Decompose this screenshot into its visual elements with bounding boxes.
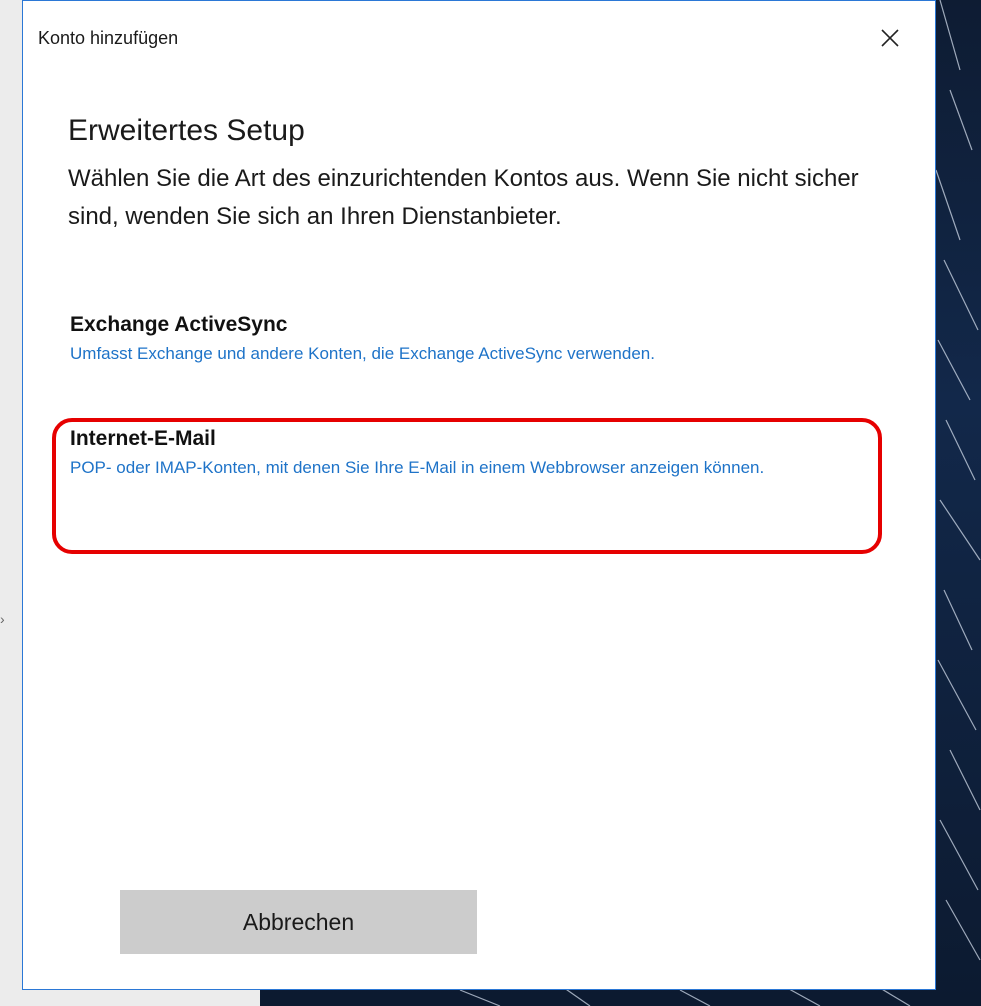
page-description: Wählen Sie die Art des einzurichtenden K… [68,165,859,230]
option-exchange-activesync[interactable]: Exchange ActiveSync Umfasst Exchange und… [62,304,892,374]
page-title: Erweitertes Setup [68,114,305,147]
option-internet-email[interactable]: Internet-E-Mail POP- oder IMAP-Konten, m… [62,418,892,488]
option-description: POP- oder IMAP-Konten, mit denen Sie Ihr… [70,458,765,477]
option-title: Exchange ActiveSync [70,313,288,336]
option-description: Umfasst Exchange und andere Konten, die … [70,344,655,363]
cancel-button[interactable]: Abbrechen [120,890,477,954]
close-icon [881,29,899,47]
add-account-dialog: Konto hinzufügen Erweitertes Setup Wähle… [22,0,936,990]
window-title: Konto hinzufügen [38,28,179,48]
dialog-titlebar: Konto hinzufügen [22,0,936,80]
background-edge-glyph: › [0,611,5,627]
close-button[interactable] [870,20,910,56]
option-title: Internet-E-Mail [70,427,216,450]
